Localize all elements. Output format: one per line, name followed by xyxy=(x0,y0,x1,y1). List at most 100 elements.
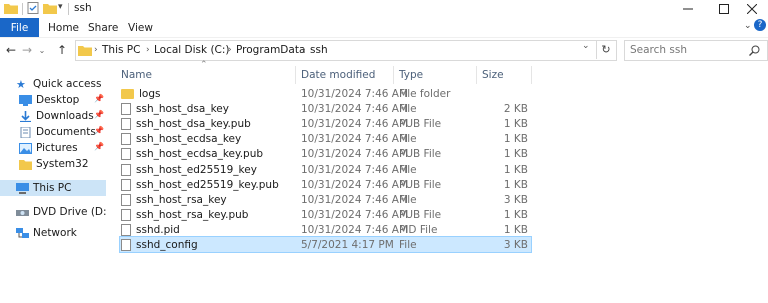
file-type: File xyxy=(399,102,417,115)
chevron-down-icon: ⌄ xyxy=(38,45,46,55)
breadcrumb-local-disk[interactable]: Local Disk (C:) xyxy=(154,41,230,59)
sort-arrow-icon: ⌃ xyxy=(200,60,208,70)
column-divider[interactable] xyxy=(393,66,394,84)
file-row[interactable]: ssh_host_rsa_key.pub 10/31/2024 7:46 AM PU… xyxy=(120,207,531,222)
nav-label: Network xyxy=(33,227,77,239)
nav-network[interactable]: Network xyxy=(0,225,122,241)
file-type: PID File xyxy=(399,223,438,236)
column-header-date[interactable]: Date modified xyxy=(301,66,375,84)
column-header-name[interactable]: Name xyxy=(121,66,152,84)
folder-icon[interactable] xyxy=(4,2,18,14)
file-date: 5/7/2021 4:17 PM xyxy=(301,238,394,251)
file-name-cell: ssh_host_ed25519_key.pub xyxy=(121,177,279,192)
column-divider[interactable] xyxy=(295,66,296,84)
file-name: ssh_host_rsa_key xyxy=(136,193,227,206)
minimize-icon xyxy=(683,8,693,10)
address-dropdown-icon[interactable]: ⌄ xyxy=(582,41,590,51)
file-date: 10/31/2024 7:46 AM xyxy=(301,102,409,115)
nav-system32[interactable]: System32 xyxy=(0,156,125,172)
file-icon xyxy=(121,223,131,236)
column-divider[interactable] xyxy=(531,66,532,84)
file-icon xyxy=(121,147,131,160)
file-row[interactable]: ssh_host_rsa_key 10/31/2024 7:46 AM File 3 … xyxy=(120,192,531,207)
file-row[interactable]: ssh_host_ed25519_key 10/31/2024 7:46 AM Fi… xyxy=(120,162,531,177)
tab-home[interactable]: Home xyxy=(48,18,79,37)
breadcrumb-ssh[interactable]: ssh xyxy=(310,41,328,59)
file-date: 10/31/2024 7:46 AM xyxy=(301,163,409,176)
new-folder-icon[interactable] xyxy=(43,2,57,14)
file-name: sshd.pid xyxy=(136,223,180,236)
nav-label: DVD Drive (D:) SSS_X6 xyxy=(33,206,106,218)
file-type: File xyxy=(399,193,417,206)
file-size: 1 KB xyxy=(503,178,528,191)
file-row[interactable]: ssh_host_ecdsa_key 10/31/2024 7:46 AM File… xyxy=(120,131,531,146)
column-divider[interactable] xyxy=(476,66,477,84)
arrow-up-icon: ↑ xyxy=(56,43,68,57)
file-row[interactable]: ssh_host_ed25519_key.pub 10/31/2024 7:46 … xyxy=(120,177,531,192)
tab-file[interactable]: File xyxy=(0,18,39,37)
file-row[interactable]: ssh_host_dsa_key.pub 10/31/2024 7:46 AM PU… xyxy=(120,116,531,131)
refresh-button[interactable]: ↻ xyxy=(596,40,615,59)
nav-downloads[interactable]: Downloads 📌 xyxy=(0,108,106,124)
window-title: ssh xyxy=(74,2,92,14)
nav-documents[interactable]: Documents 📌 xyxy=(0,124,106,140)
properties-icon[interactable] xyxy=(27,2,41,14)
file-icon xyxy=(121,163,131,176)
breadcrumb-this-pc[interactable]: This PC xyxy=(102,41,140,59)
file-name-cell: ssh_host_rsa_key xyxy=(121,192,227,207)
file-date: 10/31/2024 7:46 AM xyxy=(301,117,409,130)
nav-label: Downloads xyxy=(36,110,94,122)
folder-icon xyxy=(121,88,134,99)
file-size: 3 KB xyxy=(503,193,528,206)
divider xyxy=(22,3,23,15)
minimize-button[interactable] xyxy=(672,0,704,18)
column-header-type[interactable]: Type xyxy=(399,66,423,84)
nav-dvd-drive[interactable]: DVD Drive (D:) SSS_X6 xyxy=(0,204,106,220)
file-icon xyxy=(121,102,131,115)
network-icon xyxy=(16,227,29,238)
tab-view[interactable]: View xyxy=(128,18,153,37)
file-row[interactable]: sshd.pid 10/31/2024 7:46 AM PID File 1 KB xyxy=(120,222,531,237)
file-name: ssh_host_ecdsa_key xyxy=(136,132,242,145)
file-icon xyxy=(121,178,131,191)
file-row[interactable]: ssh_host_dsa_key 10/31/2024 7:46 AM File 2 … xyxy=(120,101,531,116)
nav-label: Documents xyxy=(36,126,96,138)
file-name-cell: sshd_config xyxy=(121,237,198,252)
back-button[interactable]: ← xyxy=(4,41,18,59)
nav-desktop[interactable]: Desktop 📌 xyxy=(0,92,106,108)
file-size: 3 KB xyxy=(503,238,528,251)
refresh-icon: ↻ xyxy=(601,43,611,56)
file-name-cell: sshd.pid xyxy=(121,222,180,237)
up-button[interactable]: ↑ xyxy=(55,41,69,59)
folder-icon xyxy=(19,159,32,170)
file-name: ssh_host_ecdsa_key.pub xyxy=(136,147,264,160)
help-icon[interactable]: ? xyxy=(754,19,766,31)
star-icon: ★ xyxy=(16,77,26,91)
file-type: PUB File xyxy=(399,117,442,130)
close-button[interactable] xyxy=(736,0,768,18)
search-input[interactable]: Search ssh xyxy=(624,40,768,61)
file-type: PUB File xyxy=(399,178,442,191)
recent-locations-button[interactable]: ⌄ xyxy=(35,41,49,59)
file-date: 10/31/2024 7:46 AM xyxy=(301,132,409,145)
nav-label: Pictures xyxy=(36,142,78,154)
download-icon xyxy=(20,110,31,122)
chevron-down-icon[interactable]: ⌄ xyxy=(744,21,752,31)
file-row[interactable]: ssh_host_ecdsa_key.pub 10/31/2024 7:46 AM… xyxy=(120,146,531,161)
file-name-cell: ssh_host_dsa_key.pub xyxy=(121,116,251,131)
file-row[interactable]: sshd_config 5/7/2021 4:17 PM File 3 KB xyxy=(119,236,532,253)
nav-pictures[interactable]: Pictures 📌 xyxy=(0,140,106,156)
nav-this-pc[interactable]: This PC xyxy=(0,180,106,196)
breadcrumb-programdata[interactable]: ProgramData xyxy=(236,41,305,59)
column-header-size[interactable]: Size xyxy=(482,66,504,84)
nav-quick-access[interactable]: ★ Quick access xyxy=(0,76,122,92)
dropdown-icon[interactable]: ▾ xyxy=(58,2,63,12)
file-type: PUB File xyxy=(399,147,442,160)
file-row[interactable]: logs 10/31/2024 7:46 AM File folder xyxy=(120,86,531,101)
search-icon xyxy=(749,45,760,56)
file-type: File xyxy=(399,163,417,176)
file-date: 10/31/2024 7:46 AM xyxy=(301,223,409,236)
pin-icon: 📌 xyxy=(94,110,104,119)
tab-share[interactable]: Share xyxy=(88,18,118,37)
forward-button[interactable]: → xyxy=(20,41,34,59)
